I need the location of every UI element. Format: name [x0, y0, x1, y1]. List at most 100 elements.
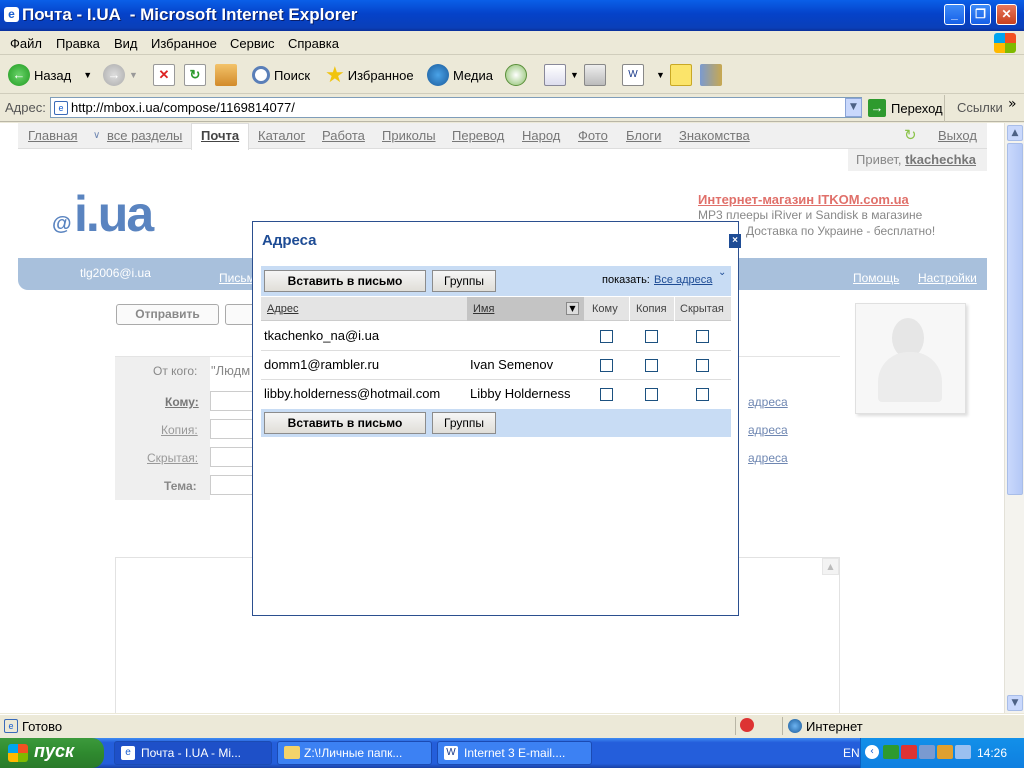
back-button[interactable]: ← Назад ▼: [8, 61, 92, 89]
scroll-thumb[interactable]: [1007, 143, 1023, 495]
stop-button[interactable]: ✕: [153, 61, 179, 89]
to-label[interactable]: Кому:: [165, 395, 199, 409]
address-dropdown-button[interactable]: ▼: [845, 98, 862, 117]
table-row[interactable]: libby.holderness@hotmail.com Libby Holde…: [261, 380, 731, 409]
sort-icon[interactable]: ▼: [566, 302, 579, 315]
start-button[interactable]: пуск: [0, 738, 104, 768]
menu-view[interactable]: Вид: [114, 36, 138, 51]
to-checkbox[interactable]: [600, 388, 613, 401]
cc-checkbox[interactable]: [645, 330, 658, 343]
to-checkbox[interactable]: [600, 359, 613, 372]
chevron-down-icon[interactable]: ⌄: [718, 267, 726, 278]
computer-icon[interactable]: [919, 745, 935, 759]
task-folder[interactable]: Z:\!Личные папк...: [277, 741, 432, 765]
close-icon[interactable]: ×: [729, 234, 741, 248]
home-button[interactable]: [215, 61, 241, 89]
username-link[interactable]: tkachechka: [905, 152, 976, 167]
menu-file[interactable]: Файл: [10, 36, 42, 51]
chevron-right-icon[interactable]: »: [1008, 96, 1017, 112]
to-checkbox[interactable]: [600, 330, 613, 343]
language-indicator[interactable]: EN: [843, 746, 860, 760]
chevron-down-icon[interactable]: ▼: [570, 70, 579, 80]
search-button[interactable]: Поиск: [252, 61, 310, 89]
insert-into-letter-button[interactable]: Вставить в письмо: [264, 270, 426, 292]
cc-checkbox[interactable]: [645, 388, 658, 401]
table-row[interactable]: domm1@rambler.ru Ivan Semenov: [261, 351, 731, 380]
avatar[interactable]: [855, 303, 966, 414]
menu-help[interactable]: Справка: [288, 36, 339, 51]
menu-edit[interactable]: Правка: [56, 36, 100, 51]
column-name[interactable]: Имя: [473, 303, 494, 315]
table-row[interactable]: tkachenko_na@i.ua: [261, 322, 731, 351]
favorites-button[interactable]: ★ Избранное: [325, 61, 414, 89]
task-ie[interactable]: e Почта - I.UA - Mi...: [114, 741, 272, 765]
network-icon[interactable]: [883, 745, 899, 759]
nav-people[interactable]: Народ: [522, 128, 560, 143]
forward-button[interactable]: → ▼: [103, 61, 138, 89]
column-address[interactable]: Адрес: [267, 303, 299, 315]
print-button[interactable]: [584, 61, 610, 89]
help-link[interactable]: Помощь: [853, 271, 899, 285]
nav-jokes[interactable]: Приколы: [382, 128, 436, 143]
site-logo[interactable]: @ i.ua: [52, 183, 182, 247]
history-button[interactable]: [505, 61, 531, 89]
groups-button[interactable]: Группы: [432, 412, 496, 434]
menu-favorites[interactable]: Избранное: [151, 36, 217, 51]
nav-home[interactable]: Главная: [28, 128, 77, 143]
insert-into-letter-button[interactable]: Вставить в письмо: [264, 412, 426, 434]
go-button[interactable]: → Переход: [868, 98, 943, 118]
edit-button[interactable]: W ▼: [622, 61, 665, 89]
ad-title[interactable]: Интернет-магазин ITKOM.com.ua: [698, 192, 909, 207]
refresh-icon[interactable]: ↻: [904, 126, 917, 144]
maximize-button[interactable]: ❐: [970, 4, 991, 25]
nav-translate[interactable]: Перевод: [452, 128, 504, 143]
volume-icon[interactable]: [937, 745, 953, 759]
antivirus-icon[interactable]: [901, 745, 917, 759]
chevron-left-icon[interactable]: ‹: [865, 745, 879, 759]
close-button[interactable]: ✕: [996, 4, 1017, 25]
groups-button[interactable]: Группы: [432, 270, 496, 292]
links-label[interactable]: Ссылки: [957, 100, 1003, 115]
chevron-down-icon[interactable]: ▼: [129, 70, 138, 80]
bcc-checkbox[interactable]: [696, 388, 709, 401]
mail-button[interactable]: ▼: [544, 61, 579, 89]
address-input[interactable]: e http://mbox.i.ua/compose/1169814077/: [50, 97, 862, 118]
messenger-button[interactable]: [700, 61, 726, 89]
bcc-addresses-link[interactable]: адреса: [748, 451, 788, 465]
media-button[interactable]: Медиа: [427, 61, 493, 89]
discuss-button[interactable]: [670, 61, 696, 89]
refresh-button[interactable]: ↻: [184, 61, 210, 89]
tray-app-icon[interactable]: [955, 745, 971, 759]
nav-work[interactable]: Работа: [322, 128, 365, 143]
tab-letters[interactable]: Письм: [219, 271, 255, 285]
bcc-checkbox[interactable]: [696, 330, 709, 343]
to-addresses-link[interactable]: адреса: [748, 395, 788, 409]
send-button[interactable]: Отправить: [116, 304, 219, 325]
settings-link[interactable]: Настройки: [918, 271, 977, 285]
scroll-up-icon[interactable]: ▲: [822, 558, 839, 575]
cc-label[interactable]: Копия:: [161, 423, 198, 437]
scroll-down-icon[interactable]: ▼: [1007, 695, 1023, 711]
nav-all-sections[interactable]: все разделы: [107, 128, 182, 143]
window-title: Почта - I.UA - Microsoft Internet Explor…: [22, 5, 358, 24]
cc-addresses-link[interactable]: адреса: [748, 423, 788, 437]
page-scrollbar[interactable]: ▲ ▼: [1004, 123, 1024, 713]
logout-link[interactable]: Выход: [938, 128, 977, 143]
minimize-button[interactable]: _: [944, 4, 965, 25]
menu-tools[interactable]: Сервис: [230, 36, 275, 51]
bcc-label[interactable]: Скрытая:: [147, 451, 198, 465]
scroll-up-icon[interactable]: ▲: [1007, 125, 1023, 141]
show-all-link[interactable]: Все адреса: [654, 274, 712, 286]
chevron-down-icon[interactable]: ▼: [83, 70, 92, 80]
save-draft-button[interactable]: [225, 304, 255, 325]
chevron-down-icon[interactable]: ▼: [656, 70, 665, 80]
nav-dating[interactable]: Знакомства: [679, 128, 750, 143]
cc-checkbox[interactable]: [645, 359, 658, 372]
divider: [629, 297, 630, 321]
nav-mail[interactable]: Почта: [201, 128, 239, 143]
nav-catalog[interactable]: Каталог: [258, 128, 305, 143]
nav-photo[interactable]: Фото: [578, 128, 608, 143]
nav-blogs[interactable]: Блоги: [626, 128, 661, 143]
task-word[interactable]: W Internet 3 E-mail....: [437, 741, 592, 765]
bcc-checkbox[interactable]: [696, 359, 709, 372]
